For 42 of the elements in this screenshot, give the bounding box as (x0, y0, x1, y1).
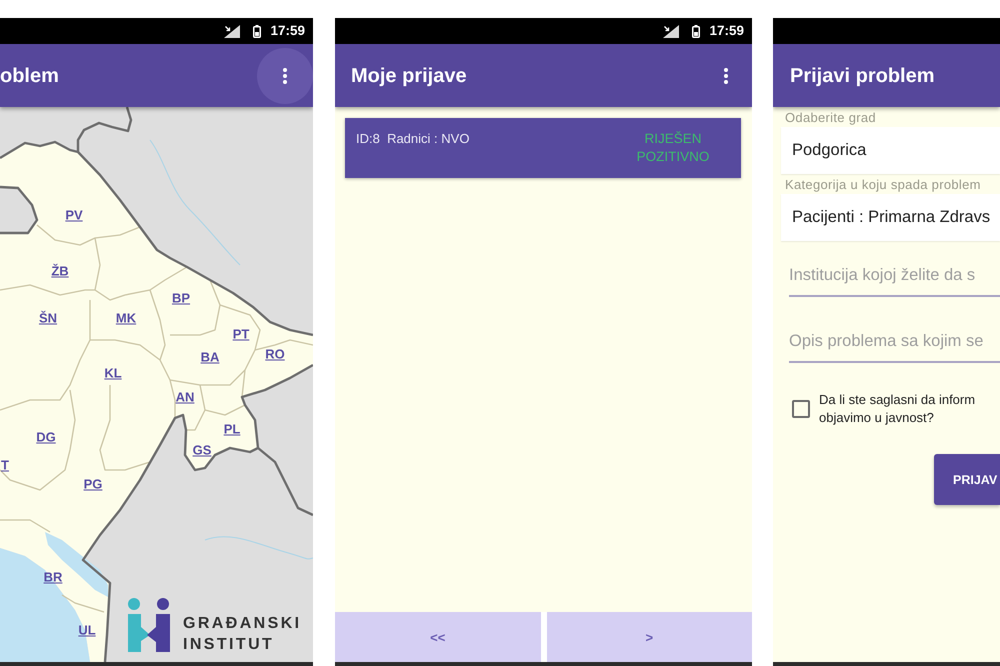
battery-icon (253, 24, 262, 38)
report-card[interactable]: ID:8 Radnici : NVO RIJEŠEN POZITIVNO (345, 118, 741, 178)
battery-icon (692, 24, 700, 38)
app-bar-title: Prijavi problem (789, 64, 936, 88)
more-icon (283, 68, 287, 84)
municipality-link[interactable]: PT (232, 326, 250, 342)
field-label: Odaberite grad (785, 111, 876, 125)
municipality-link[interactable]: ŠN (38, 310, 58, 326)
municipality-link[interactable]: UL (78, 622, 96, 638)
municipality-link[interactable]: AN (176, 390, 194, 404)
logo-icon (127, 598, 170, 652)
logo-text: GRAĐANSKI INSTITUT (183, 614, 302, 655)
municipality-link[interactable]: GS (192, 442, 212, 458)
clock-time: 17:59 (709, 23, 744, 39)
report-title: ID:8 Radnici : NVO (356, 130, 470, 148)
checkbox-label: Da li ste saglasni da inform objavimo u javnost? (819, 391, 976, 426)
municipality-link[interactable]: PV (65, 208, 83, 222)
more-icon (724, 68, 728, 84)
municipality-link[interactable]: BP (172, 290, 190, 306)
municipality-link[interactable]: ŽB (51, 264, 69, 278)
signal-icon (663, 24, 680, 38)
municipality-link[interactable]: KL (104, 366, 122, 380)
municipality-link[interactable]: BR (44, 570, 62, 584)
app-bar-title: Moje prijave (350, 64, 468, 88)
clock-time: 17:59 (270, 23, 305, 39)
dropdown-field[interactable]: Podgorica (781, 127, 1000, 174)
signal-icon (224, 24, 240, 38)
input-field[interactable]: Opis problema sa kojim se (789, 321, 1000, 363)
municipality-link[interactable]: T (1, 458, 9, 472)
municipality-link[interactable]: DG (36, 430, 56, 444)
submit-button[interactable]: PRIJAV (934, 454, 1000, 505)
municipality-link[interactable]: PL (224, 422, 240, 436)
municipality-link[interactable]: RO (265, 346, 285, 362)
municipality-link[interactable]: MK (116, 310, 136, 326)
report-status: RIJEŠEN POZITIVNO (636, 130, 710, 166)
checkbox[interactable] (792, 400, 810, 418)
app-bar-title: oblem (0, 64, 60, 88)
field-label: Kategorija u koju spada problem (785, 178, 981, 192)
municipality-link[interactable]: BA (200, 350, 220, 364)
dropdown-field[interactable]: Pacijenti : Primarna Zdravs (781, 194, 1000, 241)
municipality-link[interactable]: PG (84, 476, 102, 492)
input-field[interactable]: Institucija kojoj želite da s (789, 255, 1000, 297)
